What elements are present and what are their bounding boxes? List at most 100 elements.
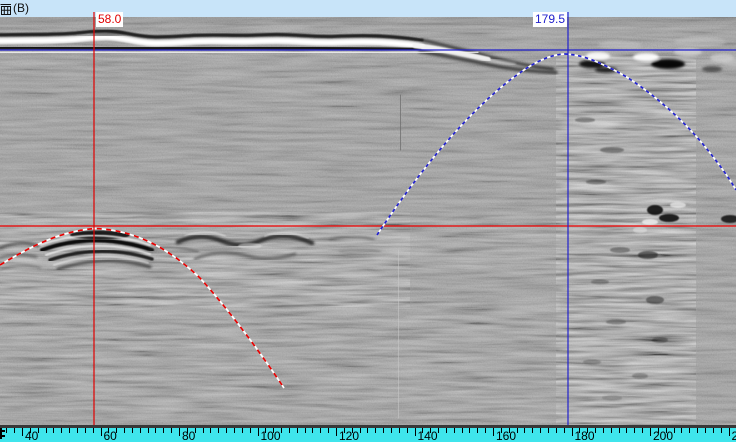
axis-tick	[273, 428, 274, 433]
axis-tick	[705, 428, 706, 433]
axis-tick	[108, 428, 109, 433]
axis-tick	[367, 428, 368, 433]
axis-tick	[30, 428, 31, 433]
axis-tick	[281, 428, 282, 433]
axis-tick	[415, 428, 416, 436]
axis-tick	[328, 428, 329, 433]
axis-tick	[595, 428, 596, 433]
axis-tick	[729, 428, 730, 436]
axis-tick	[171, 428, 172, 433]
axis-tick-label: 180	[575, 430, 595, 442]
blue-marker-value: 179.5	[533, 12, 567, 27]
axis-tick	[132, 428, 133, 433]
axis-tick	[352, 428, 353, 433]
axis-tick-label: 120	[339, 430, 359, 442]
axis-tick	[697, 428, 698, 433]
axis-tick	[532, 428, 533, 433]
axis-tick	[681, 428, 682, 433]
axis-tick	[619, 428, 620, 433]
axis-tick	[611, 428, 612, 433]
axis-tick	[242, 428, 243, 433]
axis-tick	[603, 428, 604, 433]
axis-tick	[258, 428, 259, 436]
axis-tick	[93, 428, 94, 433]
radar-canvas[interactable]	[0, 0, 736, 442]
axis-tick	[6, 428, 7, 433]
axis-tick	[360, 428, 361, 433]
axis-tick	[101, 428, 102, 436]
axis-tick	[572, 428, 573, 436]
axis-tick	[179, 428, 180, 436]
axis-tick	[493, 428, 494, 436]
axis-tick	[674, 428, 675, 433]
axis-tick	[634, 428, 635, 433]
axis-tick	[650, 428, 651, 436]
axis-tick-label: 160	[496, 430, 516, 442]
axis-tick	[391, 428, 392, 433]
axis-tick	[556, 428, 557, 433]
red-marker-value: 58.0	[96, 12, 123, 27]
axis-tick	[203, 428, 204, 433]
axis-tick	[548, 428, 549, 433]
axis-tick	[234, 428, 235, 433]
axis-edge-mark	[0, 428, 2, 439]
axis-tick	[218, 428, 219, 433]
axis-tick	[689, 428, 690, 433]
axis-tick	[38, 428, 39, 433]
x-axis: 406080100120140160180200220	[0, 428, 736, 442]
axis-tick	[187, 428, 188, 433]
axis-tick	[116, 428, 117, 433]
axis-tick	[501, 428, 502, 433]
axis-tick	[579, 428, 580, 433]
axis-tick	[250, 428, 251, 433]
axis-tick	[195, 428, 196, 433]
axis-tick	[336, 428, 337, 436]
axis-tick	[485, 428, 486, 433]
app-window: (B)	[0, 0, 736, 442]
axis-tick	[312, 428, 313, 433]
axis-tick	[305, 428, 306, 433]
axis-tick	[124, 428, 125, 433]
axis-tick	[524, 428, 525, 433]
axis-tick	[438, 428, 439, 433]
axis-tick	[383, 428, 384, 433]
axis-tick	[148, 428, 149, 433]
axis-tick	[540, 428, 541, 433]
radar-image	[0, 17, 736, 425]
axis-tick	[163, 428, 164, 433]
axis-tick	[454, 428, 455, 433]
axis-tick	[265, 428, 266, 433]
axis-tick	[642, 428, 643, 433]
axis-tick	[407, 428, 408, 433]
axis-tick	[477, 428, 478, 433]
axis-tick	[469, 428, 470, 433]
axis-tick-label: 60	[104, 430, 117, 442]
axis-tick	[297, 428, 298, 433]
axis-tick	[210, 428, 211, 433]
axis-tick-label: 100	[261, 430, 281, 442]
axis-tick	[289, 428, 290, 433]
axis-tick	[399, 428, 400, 433]
axis-tick	[46, 428, 47, 433]
axis-tick	[422, 428, 423, 433]
axis-tick	[344, 428, 345, 433]
axis-tick	[85, 428, 86, 433]
axis-tick-label: 80	[182, 430, 195, 442]
axis-tick	[587, 428, 588, 433]
axis-tick	[69, 428, 70, 433]
axis-tick	[140, 428, 141, 433]
axis-tick	[564, 428, 565, 433]
axis-tick	[320, 428, 321, 433]
axis-tick-label: 40	[25, 430, 38, 442]
axis-tick	[626, 428, 627, 433]
axis-tick	[721, 428, 722, 433]
axis-tick	[53, 428, 54, 433]
axis-tick	[155, 428, 156, 433]
axis-tick-label: 220	[732, 430, 736, 442]
axis-tick	[61, 428, 62, 433]
axis-tick	[22, 428, 23, 436]
axis-tick	[517, 428, 518, 433]
axis-tick	[375, 428, 376, 433]
axis-tick	[713, 428, 714, 433]
axis-tick-label: 140	[418, 430, 438, 442]
